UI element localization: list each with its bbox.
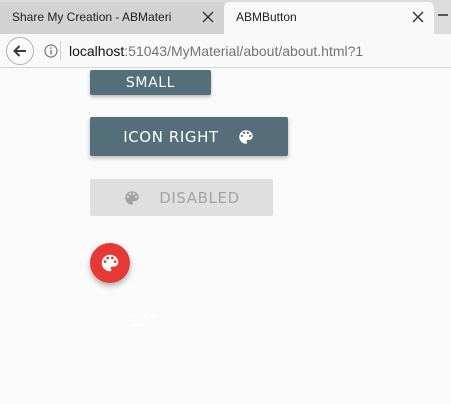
icon-right-button-label: ICON RIGHT: [123, 127, 219, 146]
browser-tab-share-my-creation[interactable]: Share My Creation - ABMateri: [0, 2, 224, 34]
url-path: :51043/MyMaterial/about/about.html?1: [124, 43, 364, 59]
browser-tab-bar: Share My Creation - ABMateri ABMButton: [0, 0, 451, 34]
close-tab-icon[interactable]: [202, 11, 214, 23]
tab-title: ABMButton: [236, 10, 297, 24]
disabled-button: DISABLED: [90, 179, 273, 216]
flat-button-label: FLAT: [124, 314, 158, 330]
new-tab-icon[interactable]: [438, 14, 448, 16]
tab-title: Share My Creation - ABMateri: [12, 10, 172, 24]
back-arrow-icon: [13, 45, 26, 57]
close-tab-icon[interactable]: [412, 11, 424, 23]
back-button[interactable]: [6, 37, 34, 65]
palette-icon: [237, 128, 255, 146]
disabled-button-label: DISABLED: [159, 188, 240, 207]
address-bar[interactable]: localhost:51043/MyMaterial/about/about.h…: [60, 39, 451, 63]
small-button[interactable]: SMALL: [90, 70, 211, 95]
flat-button[interactable]: FLAT: [108, 308, 174, 336]
info-icon[interactable]: [44, 44, 58, 58]
browser-tab-abmbutton[interactable]: ABMButton: [224, 2, 434, 34]
small-button-label: SMALL: [125, 74, 176, 91]
url-host: localhost: [69, 43, 125, 59]
icon-right-button[interactable]: ICON RIGHT: [90, 117, 288, 156]
floating-action-button[interactable]: [90, 243, 130, 283]
browser-nav-bar: localhost:51043/MyMaterial/about/about.h…: [0, 34, 451, 68]
palette-icon: [123, 189, 141, 207]
palette-icon: [101, 254, 119, 272]
